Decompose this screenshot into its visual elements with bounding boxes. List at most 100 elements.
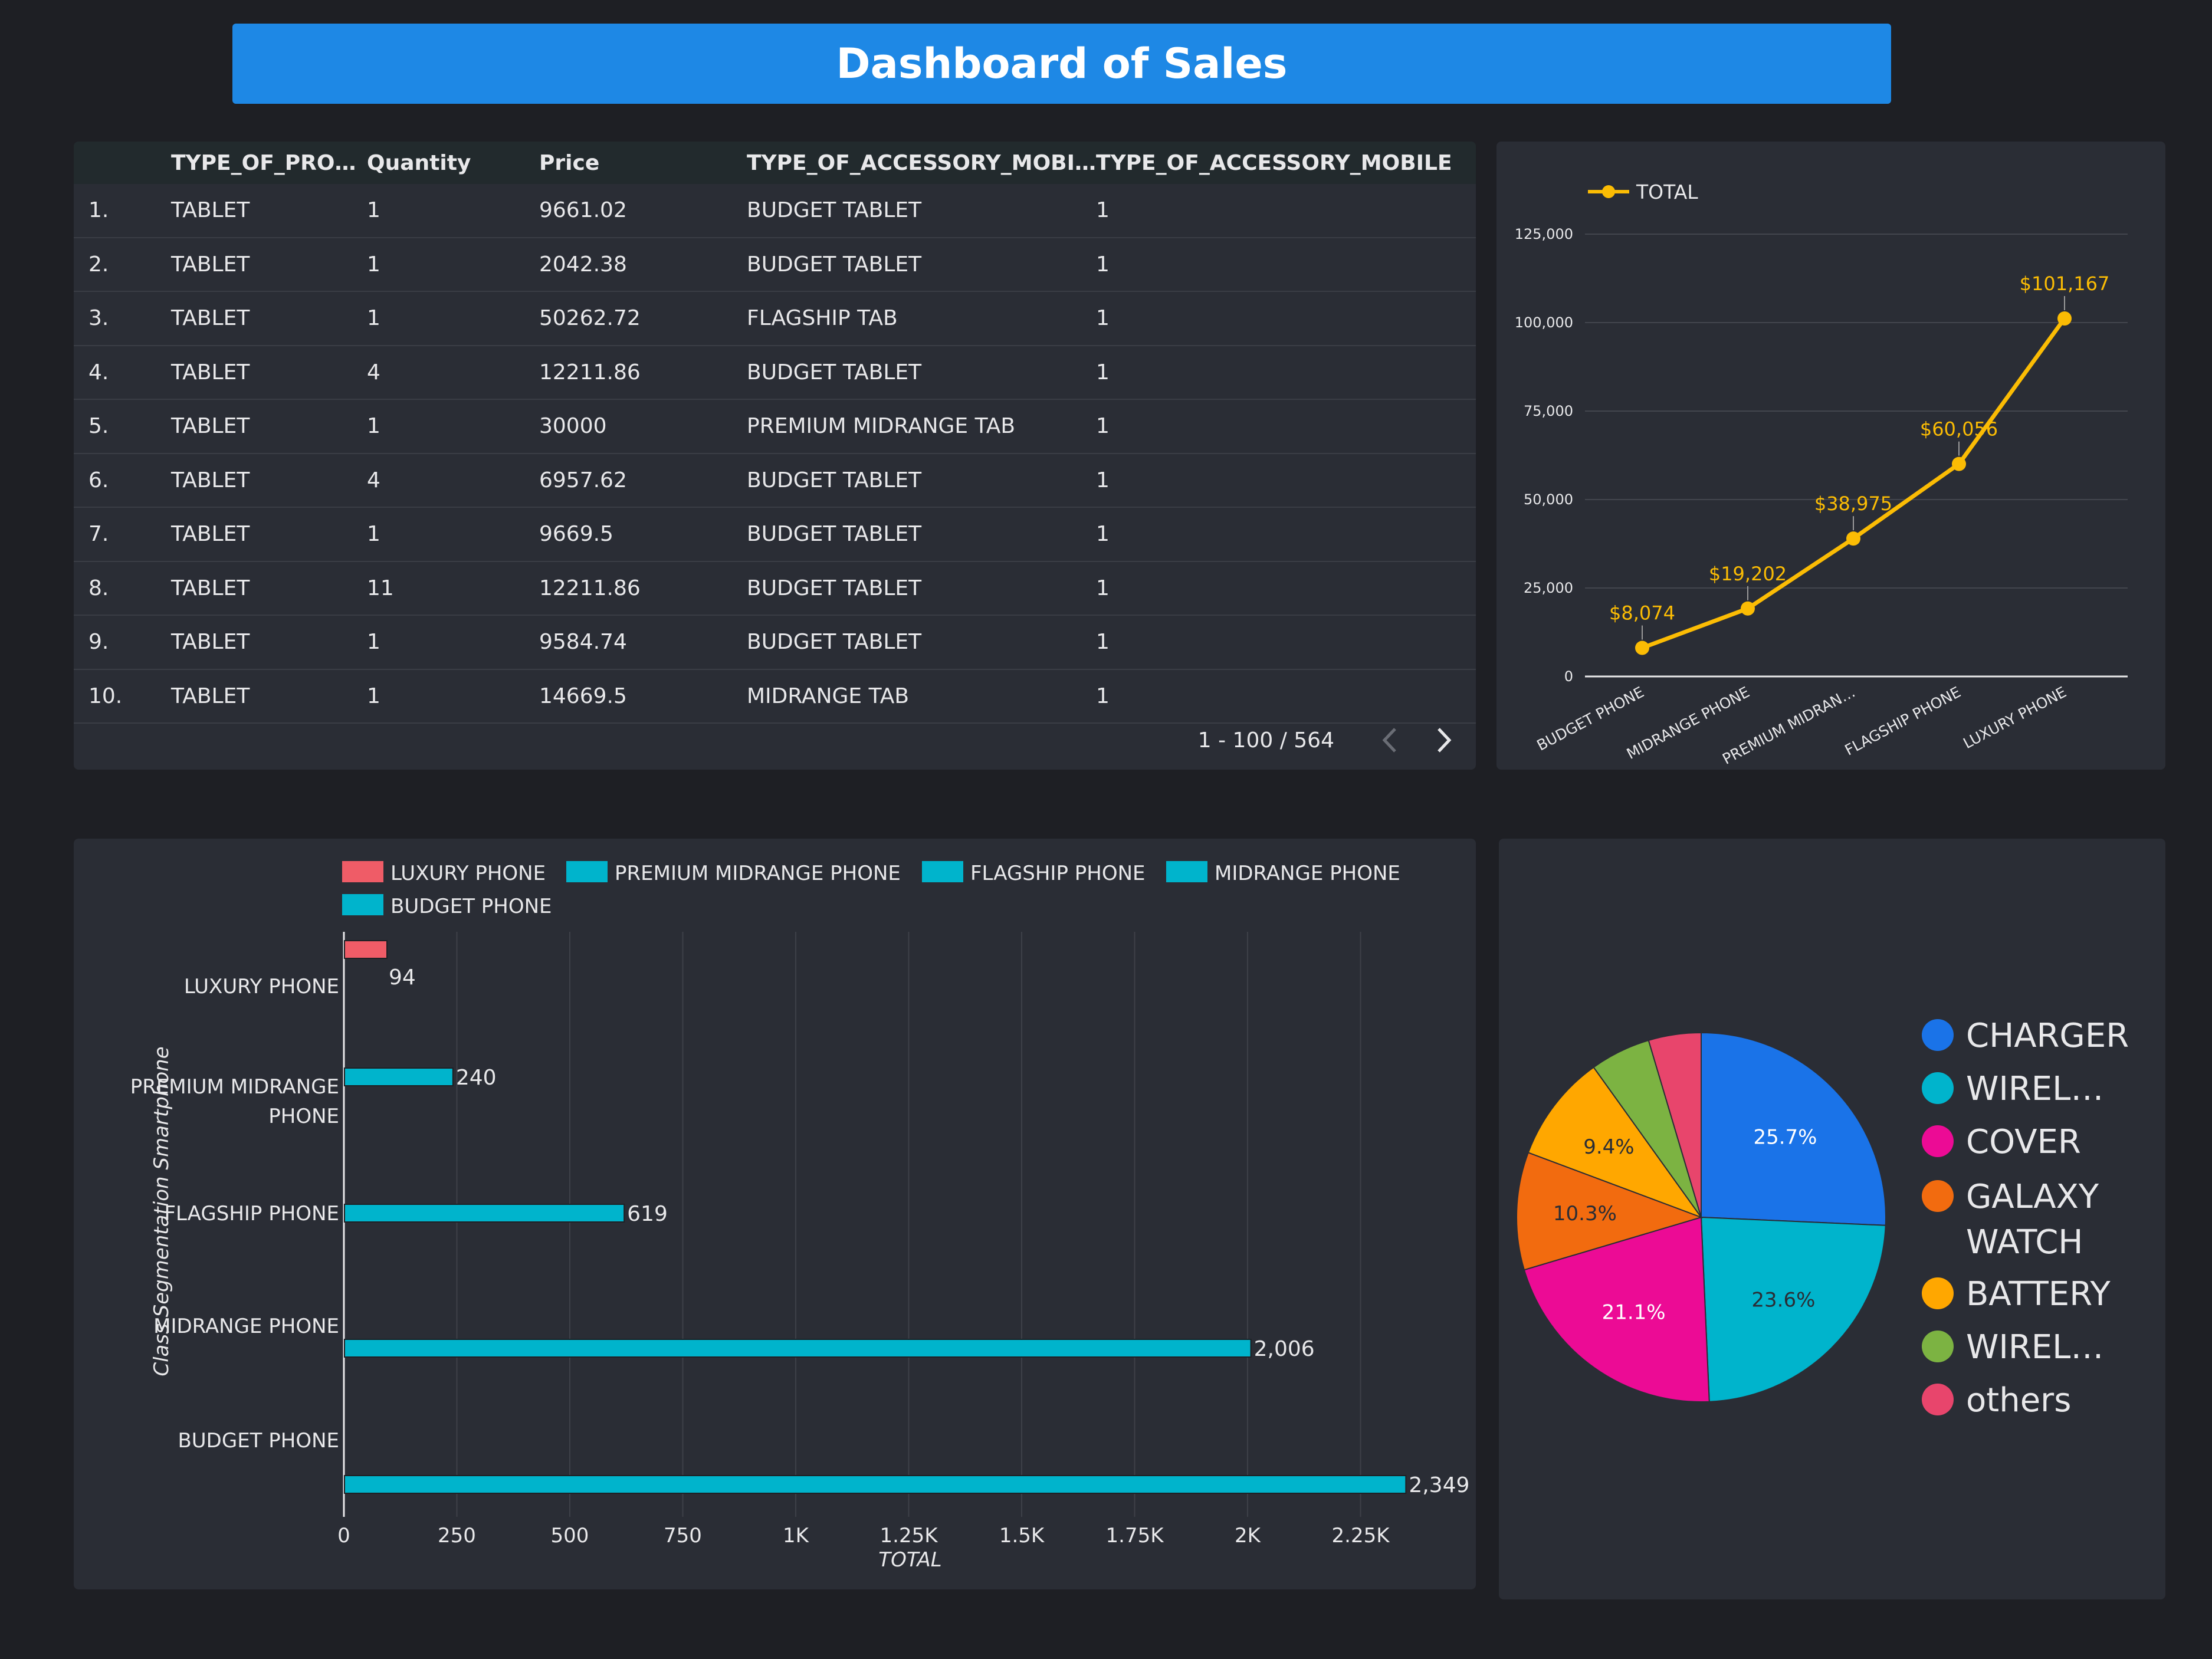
bar-chart: LUXURY PHONE PREMIUM MIDRANGE PHONE FLAGSH… [130, 861, 1469, 1572]
legend-label: COVER [1966, 1123, 2081, 1161]
cell-price: 2042.38 [539, 237, 747, 292]
row-index: 7. [74, 507, 171, 562]
x-tick-label: LUXURY PHONE [1960, 684, 2069, 752]
x-tick-label: 1K [783, 1524, 810, 1548]
data-label: $38,975 [1814, 492, 1892, 515]
legend-label: BATTERY [1966, 1275, 2111, 1313]
data-label: 619 [627, 1202, 668, 1226]
chevron-right-icon[interactable] [1423, 722, 1464, 758]
bar [344, 1339, 1252, 1358]
cell-accessory-type: PREMIUM MIDRANGE TAB [747, 399, 1097, 454]
y-tick-label: PREMIUM MIDRANGE [130, 1075, 339, 1099]
table-row[interactable]: 8. TABLET 11 12211.86 BUDGET TABLET 1 [74, 561, 1476, 616]
pie-slice-label: 21.1% [1602, 1301, 1666, 1325]
legend-swatch [566, 861, 608, 882]
legend-marker [1922, 1019, 1954, 1051]
y-tick-label: BUDGET PHONE [178, 1429, 339, 1453]
x-tick-label: 1.25K [880, 1524, 939, 1548]
legend-label: GALAXY [1966, 1178, 2099, 1216]
legend-marker [1922, 1331, 1954, 1362]
x-tick-label: 250 [438, 1524, 476, 1548]
table-row[interactable]: 3. TABLET 1 50262.72 FLAGSHIP TAB 1 [74, 291, 1476, 346]
cell-price: 9584.74 [539, 615, 747, 670]
x-tick-label: 1.75K [1106, 1524, 1165, 1548]
x-tick-label: 750 [664, 1524, 702, 1548]
line-chart-panel: TOTAL 0 25,000 50,000 75,000 100,000 125,000 $8… [1496, 142, 2165, 770]
column-header-index [74, 142, 171, 184]
sales-table: TYPE_OF_PRO… Quantity Price TYPE_OF_ACCE… [74, 142, 1476, 724]
legend-label-total: TOTAL [1636, 180, 1698, 203]
cell-quantity: 1 [367, 669, 539, 724]
table-row[interactable]: 1. TABLET 1 9661.02 BUDGET TABLET 1 [74, 184, 1476, 238]
cell-quantity: 4 [367, 453, 539, 508]
table-row[interactable]: 7. TABLET 1 9669.5 BUDGET TABLET 1 [74, 507, 1476, 562]
cell-accessory-count: 1 [1096, 615, 1476, 670]
legend-swatch [922, 861, 963, 882]
legend-swatch [342, 861, 383, 882]
pie-slice-label: 10.3% [1553, 1202, 1617, 1226]
column-header-quantity[interactable]: Quantity [367, 142, 539, 184]
table-row[interactable]: 5. TABLET 1 30000 PREMIUM MIDRANGE TAB 1 [74, 399, 1476, 454]
x-axis-title: TOTAL [878, 1548, 941, 1572]
bar [344, 1067, 454, 1086]
cell-quantity: 1 [367, 615, 539, 670]
cell-type-of-product: TABLET [171, 345, 367, 400]
row-index: 3. [74, 291, 171, 346]
x-tick-label: 500 [551, 1524, 589, 1548]
cell-accessory-type: BUDGET TABLET [747, 507, 1097, 562]
column-header-type-of-product[interactable]: TYPE_OF_PRO… [171, 142, 367, 184]
cell-accessory-count: 1 [1096, 669, 1476, 724]
y-tick-label: FLAGSHIP PHONE [164, 1202, 339, 1226]
cell-accessory-count: 1 [1096, 291, 1476, 346]
column-header-price[interactable]: Price [539, 142, 747, 184]
cell-accessory-count: 1 [1096, 237, 1476, 292]
cell-price: 12211.86 [539, 561, 747, 616]
legend-marker [1922, 1072, 1954, 1104]
column-header-accessory-count[interactable]: TYPE_OF_ACCESSORY_MOBILE [1096, 142, 1476, 184]
data-point [2057, 311, 2072, 326]
cell-quantity: 1 [367, 184, 539, 238]
cell-quantity: 1 [367, 237, 539, 292]
cell-quantity: 4 [367, 345, 539, 400]
data-label: $19,202 [1709, 563, 1787, 585]
y-tick-label: 25,000 [1524, 580, 1573, 596]
table-row[interactable]: 9. TABLET 1 9584.74 BUDGET TABLET 1 [74, 615, 1476, 670]
data-label: $60,056 [1920, 418, 1998, 441]
table-row[interactable]: 4. TABLET 4 12211.86 BUDGET TABLET 1 [74, 345, 1476, 400]
cell-type-of-product: TABLET [171, 615, 367, 670]
table-row[interactable]: 10. TABLET 1 14669.5 MIDRANGE TAB 1 [74, 669, 1476, 724]
table-header-row: TYPE_OF_PRO… Quantity Price TYPE_OF_ACCE… [74, 142, 1476, 184]
page-title: Dashboard of Sales [836, 40, 1288, 88]
cell-accessory-type: BUDGET TABLET [747, 561, 1097, 616]
table-row[interactable]: 2. TABLET 1 2042.38 BUDGET TABLET 1 [74, 237, 1476, 292]
cell-type-of-product: TABLET [171, 399, 367, 454]
cell-accessory-type: BUDGET TABLET [747, 184, 1097, 238]
cell-accessory-count: 1 [1096, 345, 1476, 400]
cell-accessory-count: 1 [1096, 561, 1476, 616]
data-label: 240 [456, 1066, 497, 1090]
row-index: 2. [74, 237, 171, 292]
chevron-left-icon[interactable] [1370, 722, 1411, 758]
cell-price: 14669.5 [539, 669, 747, 724]
y-tick-label: 50,000 [1524, 491, 1573, 508]
legend-marker [1922, 1277, 1954, 1309]
legend-label: WATCH [1966, 1223, 2083, 1262]
x-tick-label: 2.25K [1332, 1524, 1391, 1548]
cell-price: 9669.5 [539, 507, 747, 562]
cell-type-of-product: TABLET [171, 237, 367, 292]
cell-accessory-count: 1 [1096, 184, 1476, 238]
y-tick-label: 100,000 [1515, 314, 1573, 331]
data-label: $101,167 [2020, 272, 2110, 295]
table-row[interactable]: 6. TABLET 4 6957.62 BUDGET TABLET 1 [74, 453, 1476, 508]
cell-accessory-count: 1 [1096, 399, 1476, 454]
table-pagination: 1 - 100 / 564 [1198, 722, 1476, 758]
y-tick-label: LUXURY PHONE [184, 975, 339, 998]
bar [344, 1204, 625, 1223]
sales-table-panel: TYPE_OF_PRO… Quantity Price TYPE_OF_ACCE… [74, 142, 1476, 770]
legend-marker-total [1602, 185, 1615, 198]
data-label: 94 [389, 965, 416, 990]
cell-type-of-product: TABLET [171, 561, 367, 616]
bar-chart-panel: LUXURY PHONE PREMIUM MIDRANGE PHONE FLAGSH… [74, 839, 1476, 1589]
column-header-accessory-type[interactable]: TYPE_OF_ACCESSORY_MOBI… [747, 142, 1097, 184]
legend-swatch [342, 894, 383, 915]
